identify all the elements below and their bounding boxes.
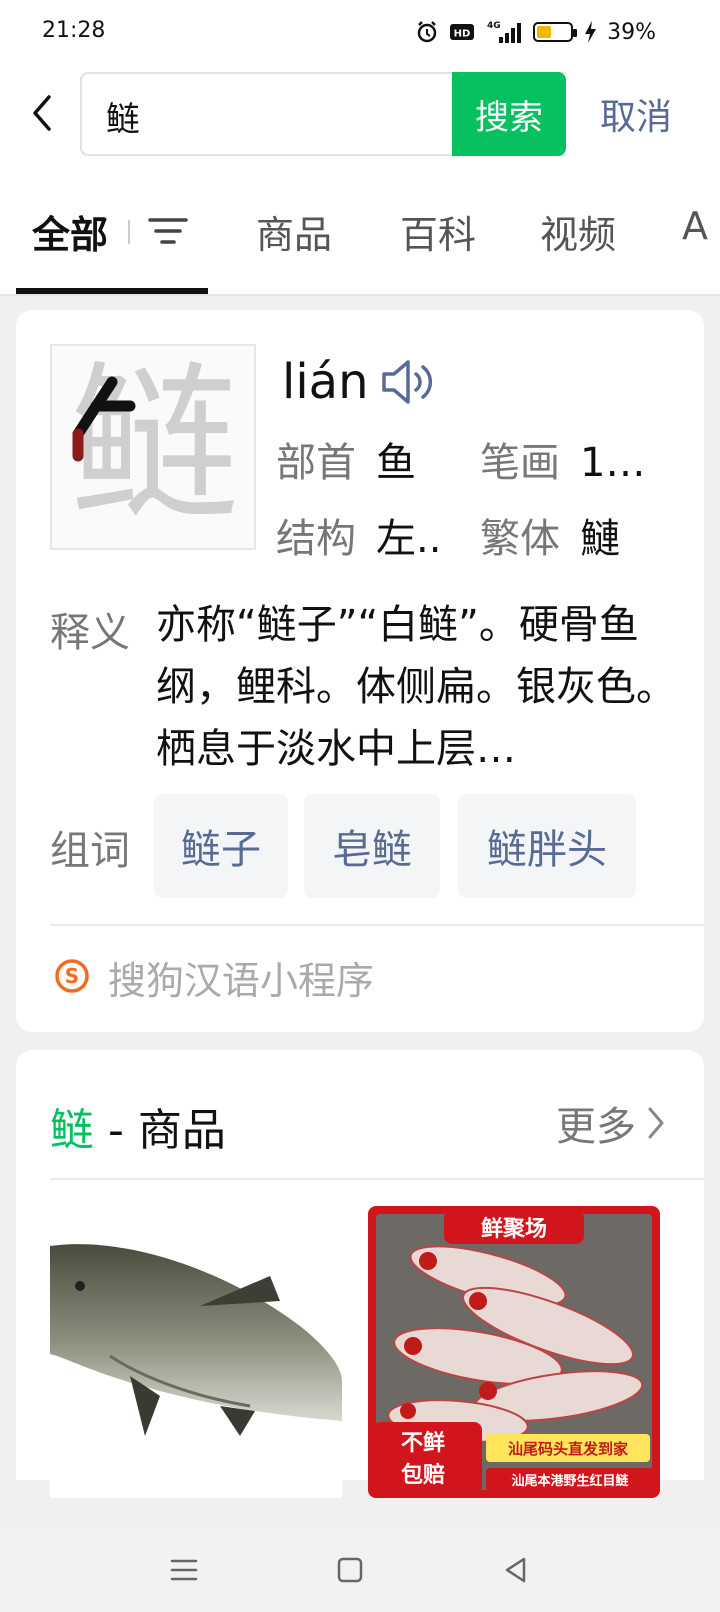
word-chip[interactable]: 鲢子 bbox=[154, 794, 288, 898]
home-icon[interactable] bbox=[332, 1552, 368, 1588]
word-chip[interactable]: 皂鲢 bbox=[304, 794, 440, 898]
radical-row: 部首鱼 bbox=[276, 440, 416, 486]
chevron-right-icon bbox=[648, 1107, 664, 1139]
tab-goods[interactable]: 商品 bbox=[256, 204, 332, 259]
4g-signal-icon: 4G bbox=[485, 19, 523, 45]
character-stroke-image: 鲢 bbox=[50, 344, 256, 550]
character-glyph: 鲢 bbox=[70, 347, 240, 545]
battery-icon bbox=[533, 22, 578, 42]
chevron-left-icon bbox=[33, 95, 51, 131]
divider bbox=[50, 924, 704, 926]
battery-percent: 39% bbox=[607, 19, 656, 45]
hd-icon: HD bbox=[449, 22, 475, 42]
charging-icon bbox=[583, 20, 597, 44]
battery-level bbox=[537, 26, 552, 38]
dictionary-card[interactable]: 鲢 lián 部首鱼 笔画 1… 结构 左.. 繁体鰱 释义 亦称“鲢子”“白鲢”。… bbox=[16, 310, 704, 1032]
back-button[interactable] bbox=[22, 88, 62, 138]
product-tag1: 汕尾码头直发到家 bbox=[508, 1440, 628, 1458]
product-tag2: 汕尾本港野生红目鲢 bbox=[511, 1473, 628, 1489]
product-image-red-eye-fish[interactable]: 鲜聚场 不鲜 包赔 汕尾码头直发到家 汕尾本港野生红目鲢 bbox=[368, 1206, 660, 1498]
svg-text:HD: HD bbox=[454, 29, 471, 40]
alarm-icon bbox=[415, 20, 439, 44]
definition-label: 释义 bbox=[50, 610, 130, 656]
tab-encyclopedia[interactable]: 百科 bbox=[400, 204, 476, 259]
traditional-row: 繁体鰱 bbox=[480, 516, 620, 562]
sogou-logo-icon: S bbox=[54, 958, 90, 994]
active-tab-indicator bbox=[16, 288, 208, 294]
goods-section-title: 鲢 - 商品 bbox=[50, 1105, 226, 1156]
speaker-icon[interactable] bbox=[378, 354, 438, 410]
goods-card: 鲢 - 商品 更多 鲜聚场 不鲜 包赔 汕尾码头直发到家 汕尾本港野生红目鲢 bbox=[16, 1050, 704, 1498]
tab-more-cut[interactable]: A bbox=[682, 204, 708, 248]
search-button[interactable]: 搜索 bbox=[452, 72, 566, 156]
more-goods-link[interactable]: 更多 bbox=[556, 1094, 666, 1152]
product-badge-line2: 包赔 bbox=[401, 1462, 445, 1488]
divider bbox=[50, 1178, 704, 1180]
product-badge-line1: 不鲜 bbox=[401, 1431, 445, 1456]
definition-text[interactable]: 亦称“鲢子”“白鲢”。硬骨鱼纲，鲤科。体侧扁。银灰色。栖息于淡水中上层… bbox=[156, 594, 676, 780]
source-mini-program[interactable]: 搜狗汉语小程序 bbox=[108, 950, 374, 1005]
tab-all[interactable]: 全部 bbox=[32, 204, 108, 259]
word-chip[interactable]: 鲢胖头 bbox=[458, 794, 636, 898]
menu-icon[interactable] bbox=[166, 1552, 202, 1588]
pinyin: lián bbox=[282, 354, 369, 410]
search-header: 鲢 搜索 取消 bbox=[0, 64, 720, 174]
tab-divider bbox=[128, 220, 130, 244]
filter-icon[interactable] bbox=[148, 214, 188, 248]
svg-text:S: S bbox=[65, 964, 79, 988]
svg-text:4G: 4G bbox=[487, 21, 501, 31]
tab-bar: 全部 商品 百科 视频 A bbox=[0, 174, 720, 296]
cancel-button[interactable]: 取消 bbox=[600, 88, 672, 140]
system-nav-bar bbox=[0, 1526, 720, 1612]
words-label: 组词 bbox=[50, 828, 130, 874]
structure-row: 结构 左.. bbox=[276, 516, 442, 562]
product-image-silver-carp[interactable] bbox=[50, 1206, 342, 1498]
status-time: 21:28 bbox=[42, 18, 106, 43]
product-banner: 鲜聚场 bbox=[481, 1217, 547, 1242]
status-icons: HD 4G 39% bbox=[415, 14, 656, 50]
back-triangle-icon[interactable] bbox=[498, 1552, 534, 1588]
strokes-row: 笔画 1… bbox=[480, 440, 646, 486]
status-bar: 21:28 HD 4G 39% bbox=[0, 0, 720, 64]
search-query: 鲢 bbox=[106, 100, 140, 140]
tab-video[interactable]: 视频 bbox=[540, 204, 616, 259]
